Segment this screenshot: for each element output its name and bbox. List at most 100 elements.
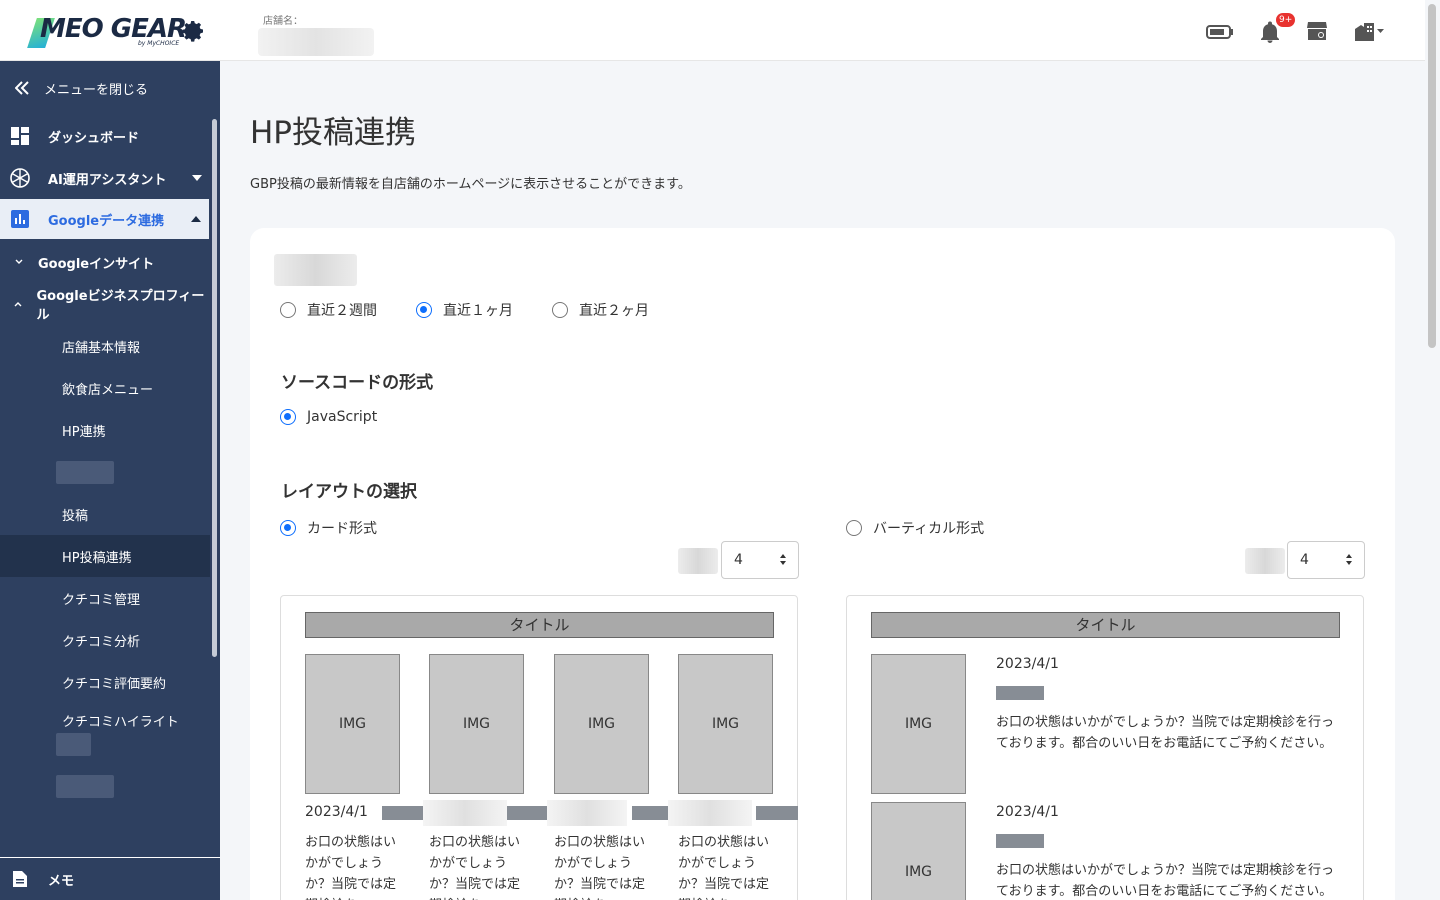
- meo-gear-logo[interactable]: MEO GEAR by MyCHOICE: [27, 12, 208, 54]
- sidebar-item-label: Googleビジネスプロフィール: [36, 289, 205, 323]
- radio-label: 直近２ヶ月: [579, 303, 649, 319]
- sidebar-item-hp-link[interactable]: HP連携: [0, 409, 210, 451]
- radio-dot[interactable]: [280, 302, 296, 318]
- preview-text: お口の状態はいかがでしょうか？当院では定期検診を行っております。都合のいい日をお…: [996, 715, 1335, 751]
- radio-label: バーティカル形式: [873, 521, 985, 537]
- store-name-value-redacted: [258, 28, 374, 56]
- page-title: HP投稿連携: [250, 115, 417, 151]
- radio-dot[interactable]: [280, 409, 296, 425]
- notification-badge: 9+: [1276, 13, 1296, 27]
- sidebar-item-label: 飲食店メニュー: [62, 382, 154, 398]
- caret-up-icon: [191, 216, 201, 222]
- radio-dot[interactable]: [552, 302, 568, 318]
- sidebar-item-label: クチコミ評価要約: [62, 676, 167, 692]
- caret-down-icon: [192, 175, 202, 181]
- select-value: 4: [1300, 552, 1309, 568]
- sidebar-item-memo[interactable]: メモ: [0, 857, 220, 900]
- sidebar-item-google-insight[interactable]: Googleインサイト: [0, 241, 210, 283]
- radio-dot[interactable]: [846, 520, 862, 536]
- preview-image: IMG: [305, 654, 400, 794]
- vertical-count-label-redacted: [1245, 548, 1285, 574]
- preview-tag-bar: [382, 806, 424, 820]
- sidebar-item-store-info[interactable]: 店舗基本情報: [0, 325, 210, 367]
- sort-arrows-icon: [1346, 554, 1352, 566]
- bar-chart-icon: [11, 210, 29, 228]
- preview-image: IMG: [554, 654, 649, 794]
- preview-text: お口の状態はいかがでしょうか？当院では定期検診を: [678, 835, 770, 900]
- building-menu-icon[interactable]: [1354, 20, 1386, 42]
- close-menu-button[interactable]: メニューを閉じる: [0, 67, 210, 109]
- sidebar-item-reviews-manage[interactable]: クチコミ管理: [0, 577, 210, 619]
- page-scrollbar[interactable]: [1428, 4, 1436, 348]
- gear-icon: [182, 21, 203, 42]
- dashboard-icon: [11, 127, 29, 145]
- radio-label: JavaScript: [307, 409, 378, 425]
- period-option-2months[interactable]: 直近２ヶ月: [552, 300, 649, 320]
- sidebar-item-reviews-analysis[interactable]: クチコミ分析: [0, 619, 210, 661]
- preview-image: IMG: [871, 654, 966, 794]
- sidebar-item-redacted[interactable]: [56, 461, 114, 484]
- sort-arrows-icon: [780, 554, 786, 566]
- radio-dot[interactable]: [416, 302, 432, 318]
- sidebar-item-label: クチコミ管理: [62, 592, 141, 608]
- document-icon: [13, 871, 27, 887]
- chevron-up-icon: [14, 302, 22, 307]
- preview-tag-bar: [996, 686, 1044, 700]
- preview-date-redacted: [423, 800, 507, 826]
- preview-date: 2023/4/1: [996, 656, 1059, 672]
- vertical-count-select[interactable]: 4: [1287, 541, 1365, 579]
- preview-tag-bar: [996, 834, 1044, 848]
- double-chevron-left-icon: [15, 81, 29, 95]
- close-menu-label: メニューを閉じる: [44, 82, 149, 98]
- preview-image: IMG: [678, 654, 773, 794]
- period-option-1month[interactable]: 直近１ヶ月: [416, 300, 513, 320]
- preview-text: お口の状態はいかがでしょうか？当院では定期検診を: [429, 835, 521, 900]
- preview-image: IMG: [871, 802, 966, 900]
- preview-text: お口の状態はいかがでしょうか？当院では定期検診を行っております。都合のいい日をお…: [996, 863, 1335, 899]
- sidebar-scrollbar[interactable]: [212, 119, 217, 657]
- preview-date-redacted: [547, 800, 627, 826]
- sidebar-item-posts[interactable]: 投稿: [0, 493, 210, 535]
- store-icon[interactable]: [1306, 20, 1328, 42]
- page-description: GBP投稿の最新情報を自店舗のホームページに表示させることができます。: [250, 177, 691, 192]
- preview-date: 2023/4/1: [996, 804, 1059, 820]
- vertical-layout-preview: タイトル IMG 2023/4/1 お口の状態はいかがでしょうか？当院では定期検…: [846, 595, 1364, 900]
- openai-icon: [10, 168, 30, 188]
- radio-label: カード形式: [307, 521, 377, 537]
- card-layout-preview: タイトル IMG IMG IMG IMG 2023/4/1 お口の状態はいかがで…: [280, 595, 798, 900]
- store-name-label: 店舗名：: [263, 16, 303, 27]
- card-count-select[interactable]: 4: [721, 541, 799, 579]
- preview-text: お口の状態はいかがでしょうか？当院では定期検診を: [305, 835, 397, 900]
- source-option-javascript[interactable]: JavaScript: [280, 409, 377, 425]
- sidebar-item-ai-assistant[interactable]: AI運用アシスタント: [0, 157, 210, 199]
- sidebar-item-google-business[interactable]: Googleビジネスプロフィール: [0, 283, 210, 325]
- sidebar-item-label: Googleデータ連携: [48, 213, 165, 229]
- sidebar-item-google-data[interactable]: Googleデータ連携: [0, 199, 209, 239]
- sidebar-item-redacted[interactable]: [56, 733, 91, 756]
- preview-tag-bar: [632, 806, 668, 820]
- sidebar-item-hp-post-link[interactable]: HP投稿連携: [0, 535, 210, 577]
- period-label-redacted: [274, 254, 357, 286]
- radio-label: 直近１ヶ月: [443, 303, 513, 319]
- sidebar-item-reviews-summary[interactable]: クチコミ評価要約: [0, 661, 210, 703]
- sidebar-item-label: Googleインサイト: [38, 256, 155, 272]
- preview-image: IMG: [429, 654, 524, 794]
- sidebar-item-restaurant-menu[interactable]: 飲食店メニュー: [0, 367, 210, 409]
- layout-option-card[interactable]: カード形式: [280, 518, 377, 538]
- logo-subtext: by MyCHOICE: [138, 40, 180, 47]
- radio-label: 直近２週間: [307, 303, 377, 319]
- sidebar-item-reviews-highlight[interactable]: クチコミハイライト: [0, 699, 210, 741]
- top-header: MEO GEAR by MyCHOICE 店舗名： 9+: [0, 0, 1425, 61]
- battery-toggle-icon[interactable]: [1206, 25, 1234, 39]
- layout-option-vertical[interactable]: バーティカル形式: [846, 518, 984, 538]
- preview-date-redacted: [668, 800, 752, 826]
- sidebar-item-dashboard[interactable]: ダッシュボード: [0, 115, 210, 157]
- sidebar-item-redacted[interactable]: [56, 775, 114, 798]
- sidebar-item-label: メモ: [48, 873, 75, 889]
- sidebar-item-label: 投稿: [62, 508, 89, 524]
- preview-tag-bar: [507, 806, 547, 820]
- radio-dot[interactable]: [280, 520, 296, 536]
- sidebar: メニューを閉じる ダッシュボード AI運用アシスタント Googleデータ連携 …: [0, 61, 220, 900]
- sidebar-item-label: クチコミ分析: [62, 634, 141, 650]
- period-option-2weeks[interactable]: 直近２週間: [280, 300, 377, 320]
